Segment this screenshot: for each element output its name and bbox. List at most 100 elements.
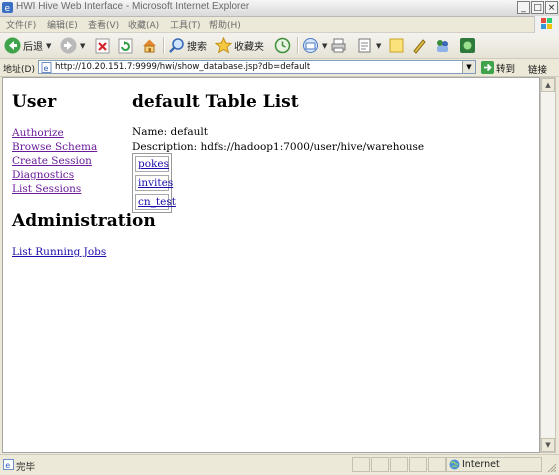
address-label: 地址(D) bbox=[3, 65, 35, 75]
messenger-button[interactable] bbox=[434, 36, 451, 55]
page-icon: e bbox=[41, 62, 52, 73]
back-dropdown-icon[interactable]: ▼ bbox=[46, 42, 51, 50]
table-row: pokes bbox=[135, 156, 169, 172]
address-dropdown-icon[interactable]: ▼ bbox=[462, 61, 475, 73]
print-button[interactable] bbox=[330, 36, 347, 55]
svg-text:e: e bbox=[44, 64, 49, 73]
table-row: invites bbox=[135, 175, 173, 191]
toolbar: 后退 ▼ ▼ 搜索 收藏夹 ▼ ▼ bbox=[0, 33, 559, 59]
search-label: 搜索 bbox=[187, 42, 207, 53]
status-pane bbox=[352, 457, 370, 472]
user-heading: User bbox=[12, 92, 57, 112]
table-row: cn_test bbox=[135, 194, 176, 210]
go-button[interactable]: 转到 bbox=[481, 60, 515, 75]
home-icon bbox=[143, 39, 156, 53]
status-pane bbox=[409, 457, 427, 472]
scroll-up-icon[interactable]: ▲ bbox=[541, 78, 555, 92]
note-icon bbox=[389, 38, 404, 53]
forward-dropdown-icon[interactable]: ▼ bbox=[80, 42, 85, 50]
favorites-star-icon bbox=[215, 37, 232, 54]
messenger-icon bbox=[437, 40, 448, 52]
favorites-button[interactable]: 收藏夹 bbox=[215, 36, 264, 55]
refresh-icon bbox=[118, 38, 133, 53]
title-bar: e HWI Hive Web Interface - Microsoft Int… bbox=[0, 0, 559, 17]
page-content: User Authorize Browse Schema Create Sess… bbox=[2, 77, 540, 453]
list-sessions-link[interactable]: List Sessions bbox=[12, 183, 81, 195]
list-running-jobs-link[interactable]: List Running Jobs bbox=[12, 246, 106, 258]
stop-button[interactable] bbox=[95, 36, 110, 55]
mail-dropdown-icon[interactable]: ▼ bbox=[322, 42, 327, 50]
links-button[interactable]: 链接 bbox=[528, 62, 547, 76]
svg-text:e: e bbox=[5, 461, 10, 470]
windows-logo bbox=[534, 16, 559, 33]
database-description: Description: hdfs://hadoop1:7000/user/hi… bbox=[132, 141, 425, 153]
go-label: 转到 bbox=[496, 63, 516, 75]
toolbar-separator bbox=[163, 37, 165, 54]
mail-button[interactable]: ▼ bbox=[302, 36, 327, 55]
menu-help[interactable]: 帮助(H) bbox=[209, 18, 241, 31]
status-pane bbox=[390, 457, 408, 472]
resize-grip-icon[interactable] bbox=[547, 463, 557, 473]
stop-icon bbox=[95, 38, 110, 53]
windows-flag-icon bbox=[541, 18, 552, 29]
go-arrow-icon bbox=[481, 61, 494, 74]
create-session-link[interactable]: Create Session bbox=[12, 155, 92, 167]
menu-bar: 文件(F) 编辑(E) 查看(V) 收藏(A) 工具(T) 帮助(H) bbox=[0, 17, 559, 33]
table-link-pokes[interactable]: pokes bbox=[138, 158, 169, 170]
home-button[interactable] bbox=[141, 36, 158, 55]
mail-icon bbox=[303, 38, 318, 53]
history-button[interactable] bbox=[274, 36, 291, 55]
database-name: Name: default bbox=[132, 126, 208, 138]
menu-favorites[interactable]: 收藏(A) bbox=[128, 18, 159, 31]
back-label: 后退 bbox=[23, 42, 43, 53]
authorize-link[interactable]: Authorize bbox=[12, 127, 64, 139]
scroll-down-icon[interactable]: ▼ bbox=[541, 438, 555, 452]
print-icon bbox=[331, 38, 346, 53]
menu-edit[interactable]: 编辑(E) bbox=[47, 18, 78, 31]
table-list: pokes invites cn_test bbox=[132, 153, 176, 213]
back-button[interactable]: 后退 ▼ bbox=[4, 36, 51, 55]
table-link-cn-test[interactable]: cn_test bbox=[138, 196, 176, 208]
close-button[interactable]: × bbox=[545, 1, 558, 14]
toolbar-separator bbox=[297, 37, 299, 54]
edit-document-icon bbox=[358, 38, 371, 53]
status-pane bbox=[371, 457, 389, 472]
browse-schema-link[interactable]: Browse Schema bbox=[12, 141, 97, 153]
forward-arrow-icon bbox=[60, 37, 77, 54]
diagnostics-link[interactable]: Diagnostics bbox=[12, 169, 74, 181]
address-input[interactable]: e http://10.20.151.7:9999/hwi/show_datab… bbox=[38, 60, 476, 74]
extension-icon bbox=[460, 38, 475, 53]
window-title: HWI Hive Web Interface - Microsoft Inter… bbox=[16, 1, 250, 12]
vertical-scrollbar[interactable]: ▲ ▼ bbox=[540, 77, 556, 453]
refresh-button[interactable] bbox=[118, 36, 133, 55]
back-arrow-icon bbox=[4, 37, 21, 54]
status-bar: e 完毕 Internet bbox=[0, 454, 559, 475]
discuss-button[interactable] bbox=[388, 36, 405, 55]
svg-text:e: e bbox=[5, 4, 11, 13]
search-icon bbox=[169, 38, 184, 53]
ie-app-icon: e bbox=[2, 2, 13, 13]
internet-globe-icon bbox=[449, 459, 460, 470]
edit-button[interactable]: ▼ bbox=[356, 36, 381, 55]
history-clock-icon bbox=[274, 37, 291, 54]
status-pane bbox=[428, 457, 446, 472]
browser-window: e HWI Hive Web Interface - Microsoft Int… bbox=[0, 0, 559, 475]
research-button[interactable] bbox=[411, 36, 428, 55]
table-link-invites[interactable]: invites bbox=[138, 177, 173, 189]
minimize-button[interactable]: _ bbox=[517, 1, 530, 14]
address-bar: 地址(D) e http://10.20.151.7:9999/hwi/show… bbox=[0, 59, 559, 77]
security-zone: Internet bbox=[462, 459, 500, 470]
menu-view[interactable]: 查看(V) bbox=[88, 18, 119, 31]
status-text: 完毕 bbox=[16, 462, 36, 473]
address-url: http://10.20.151.7:9999/hwi/show_databas… bbox=[55, 62, 311, 72]
search-button[interactable]: 搜索 bbox=[168, 36, 207, 55]
menu-tools[interactable]: 工具(T) bbox=[170, 18, 201, 31]
maximize-button[interactable]: □ bbox=[531, 1, 544, 14]
page-title: default Table List bbox=[132, 92, 299, 112]
edit-dropdown-icon[interactable]: ▼ bbox=[376, 42, 381, 50]
page-done-icon: e bbox=[3, 459, 14, 470]
menu-file[interactable]: 文件(F) bbox=[6, 18, 36, 31]
extension-button[interactable] bbox=[459, 36, 476, 55]
forward-button[interactable]: ▼ bbox=[60, 36, 85, 55]
favorites-label: 收藏夹 bbox=[234, 42, 264, 53]
